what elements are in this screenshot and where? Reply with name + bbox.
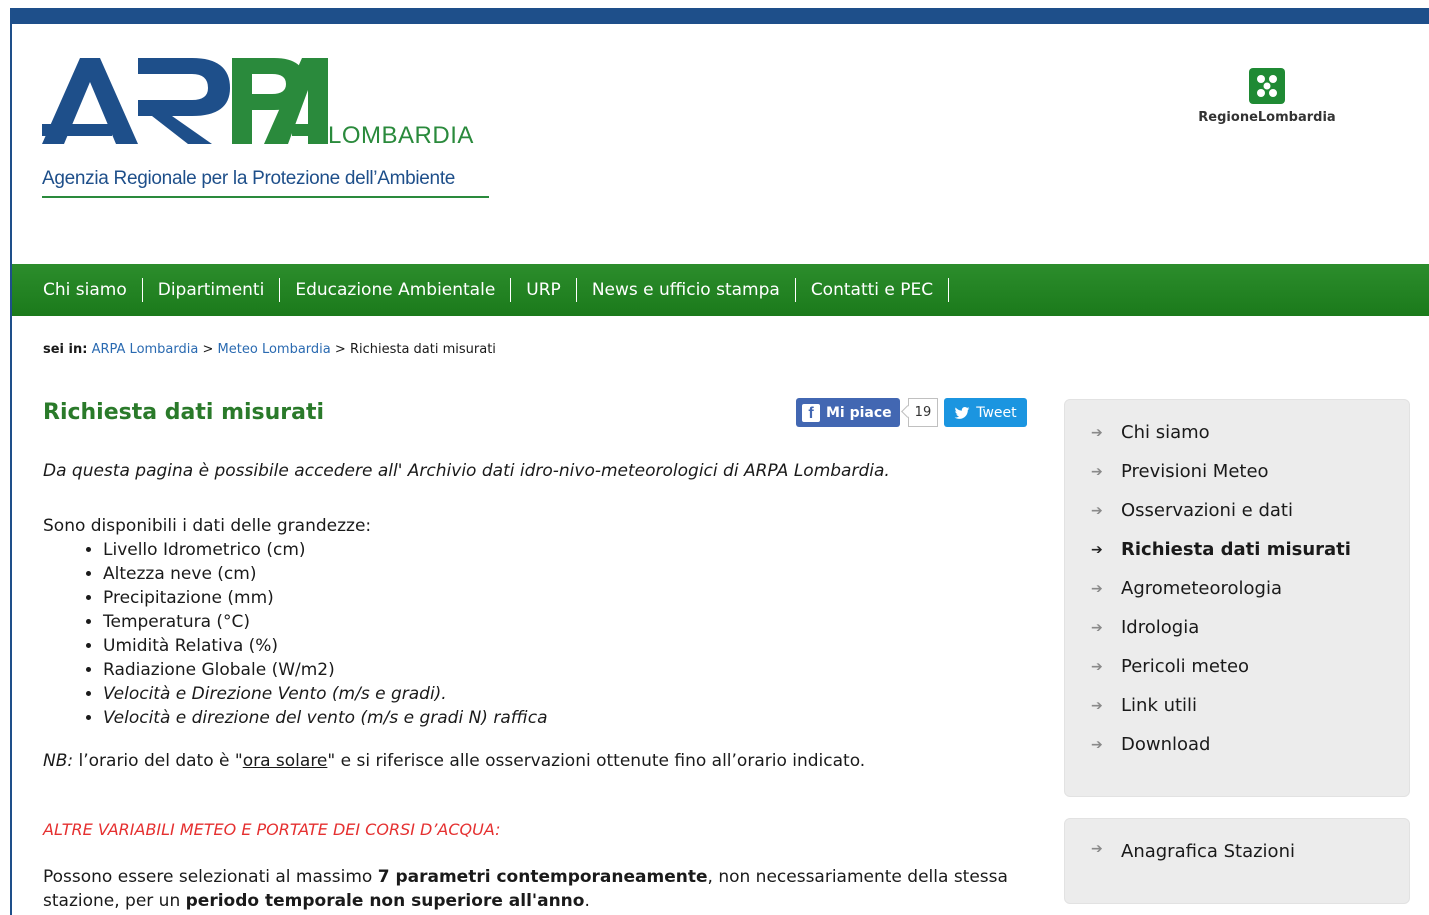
breadcrumb-current: Richiesta dati misurati — [349, 342, 496, 357]
nav-item-contatti[interactable]: Contatti e PEC — [796, 278, 950, 302]
sidebar-item-download[interactable]: ➔ Download — [1091, 732, 1409, 771]
arrow-right-icon: ➔ — [1091, 698, 1103, 714]
nav-item-chi-siamo[interactable]: Chi siamo — [43, 278, 143, 302]
available-label: Sono disponibili i dati delle grandezze: — [43, 516, 372, 536]
twitter-icon — [954, 406, 970, 419]
main-nav: Chi siamo Dipartimenti Educazione Ambien… — [12, 264, 1429, 316]
breadcrumb: sei in: ARPA Lombardia > Meteo Lombardia… — [43, 342, 496, 357]
arrow-right-icon: ➔ — [1091, 581, 1103, 597]
sidebar-item-richiesta-dati[interactable]: ➔ Richiesta dati misurati — [1091, 537, 1409, 576]
left-border — [10, 8, 12, 915]
breadcrumb-link-arpa[interactable]: ARPA Lombardia — [92, 342, 199, 357]
logo-underline — [42, 196, 489, 198]
selection-paragraph: Possono essere selezionati al massimo 7 … — [43, 865, 1033, 913]
quantities-list: Livello Idrometrico (cm) Altezza neve (c… — [43, 538, 1033, 730]
regione-lombardia-logo[interactable]: RegioneLombardia — [1187, 68, 1347, 125]
facebook-like-button[interactable]: f Mi piace — [796, 398, 900, 427]
sidebar-item-previsioni-meteo[interactable]: ➔ Previsioni Meteo — [1091, 459, 1409, 498]
logo-subtitle: Agenzia Regionale per la Protezione dell… — [42, 168, 456, 189]
sidebar-item-chi-siamo[interactable]: ➔ Chi siamo — [1091, 420, 1409, 459]
arrow-right-icon: ➔ — [1091, 503, 1103, 519]
regione-lombardia-label: RegioneLombardia — [1198, 110, 1336, 125]
list-item: Precipitazione (mm) — [103, 586, 1033, 610]
sidebar-item-pericoli-meteo[interactable]: ➔ Pericoli meteo — [1091, 654, 1409, 693]
list-item: Velocità e direzione del vento (m/s e gr… — [103, 706, 1033, 730]
rose-camuna-icon — [1249, 68, 1285, 104]
para-text: Possono essere selezionati al massimo — [43, 867, 378, 887]
arrow-right-icon: ➔ — [1091, 737, 1103, 753]
arrow-right-icon: ➔ — [1091, 542, 1103, 558]
sidebar-menu: ➔ Chi siamo ➔ Previsioni Meteo ➔ Osservazio… — [1064, 399, 1410, 797]
nav-item-news[interactable]: News e ufficio stampa — [577, 278, 796, 302]
sidebar-item-label: Download — [1121, 734, 1211, 755]
sidebar-item-label: Anagrafica Stazioni — [1121, 841, 1295, 862]
ora-solare-link[interactable]: ora solare — [243, 751, 328, 771]
main-content: Da questa pagina è possibile accedere al… — [43, 458, 1033, 913]
nav-item-educazione-ambientale[interactable]: Educazione Ambientale — [280, 278, 512, 302]
tweet-label: Tweet — [976, 404, 1017, 421]
tweet-button[interactable]: Tweet — [944, 398, 1027, 427]
sidebar-item-label: Chi siamo — [1121, 422, 1210, 443]
nb-label: NB: — [43, 751, 74, 771]
page-title: Richiesta dati misurati — [43, 400, 325, 425]
arrow-right-icon: ➔ — [1091, 841, 1103, 857]
nav-item-urp[interactable]: URP — [511, 278, 577, 302]
sidebar-item-label: Previsioni Meteo — [1121, 461, 1269, 482]
list-item: Livello Idrometrico (cm) — [103, 538, 1033, 562]
arpa-logo-mark — [42, 58, 328, 144]
sidebar-item-label: Richiesta dati misurati — [1121, 539, 1351, 560]
list-item: Radiazione Globale (W/m2) — [103, 658, 1033, 682]
breadcrumb-lead: sei in: — [43, 342, 88, 357]
intro-text: Da questa pagina è possibile accedere al… — [43, 461, 890, 481]
sidebar-item-osservazioni[interactable]: ➔ Osservazioni e dati — [1091, 498, 1409, 537]
sidebar-item-label: Agrometeorologia — [1121, 578, 1282, 599]
social-buttons: f Mi piace 19 Tweet — [796, 398, 1027, 427]
sidebar-item-link-utili[interactable]: ➔ Link utili — [1091, 693, 1409, 732]
list-item: Umidità Relativa (%) — [103, 634, 1033, 658]
facebook-icon: f — [802, 403, 820, 422]
list-item: Velocità e Direzione Vento (m/s e gradi)… — [103, 682, 1033, 706]
sidebar-item-label: Link utili — [1121, 695, 1198, 716]
sidebar-item-label: Idrologia — [1121, 617, 1200, 638]
nav-item-dipartimenti[interactable]: Dipartimenti — [143, 278, 281, 302]
nb-text-before: l’orario del dato è " — [73, 751, 243, 771]
top-bar-stripe — [12, 8, 1429, 24]
arrow-right-icon: ➔ — [1091, 659, 1103, 675]
nb-note: NB: l’orario del dato è "ora solare" e s… — [43, 748, 1033, 774]
breadcrumb-link-meteo[interactable]: Meteo Lombardia — [218, 342, 331, 357]
breadcrumb-separator: > — [334, 342, 346, 357]
arrow-right-icon: ➔ — [1091, 620, 1103, 636]
para-bold-period: periodo temporale non superiore all'anno — [185, 891, 585, 911]
arrow-right-icon: ➔ — [1091, 425, 1103, 441]
sidebar-item-label: Osservazioni e dati — [1121, 500, 1293, 521]
facebook-like-label: Mi piace — [826, 404, 892, 421]
arrow-right-icon: ➔ — [1091, 464, 1103, 480]
sidebar-item-idrologia[interactable]: ➔ Idrologia — [1091, 615, 1409, 654]
sidebar-item-agrometeorologia[interactable]: ➔ Agrometeorologia — [1091, 576, 1409, 615]
nb-text-after: " e si riferisce alle osservazioni otten… — [327, 751, 866, 771]
top-bar — [0, 0, 1429, 24]
list-item: Temperatura (°C) — [103, 610, 1033, 634]
list-item: Altezza neve (cm) — [103, 562, 1033, 586]
sidebar-item-label: Pericoli meteo — [1121, 656, 1250, 677]
sidebar-secondary: ➔ Anagrafica Stazioni — [1064, 818, 1410, 904]
facebook-like-count: 19 — [907, 398, 939, 427]
logo-region-text: LOMBARDIA — [328, 122, 474, 149]
alt-variables-heading: ALTRE VARIABILI METEO E PORTATE DEI CORS… — [43, 820, 501, 839]
para-bold-params: 7 parametri contemporaneamente — [377, 867, 708, 887]
arpa-logo[interactable] — [42, 52, 332, 156]
sidebar-item-anagrafica-stazioni[interactable]: ➔ Anagrafica Stazioni — [1091, 841, 1295, 862]
breadcrumb-separator: > — [202, 342, 214, 357]
para-text: . — [584, 891, 590, 911]
